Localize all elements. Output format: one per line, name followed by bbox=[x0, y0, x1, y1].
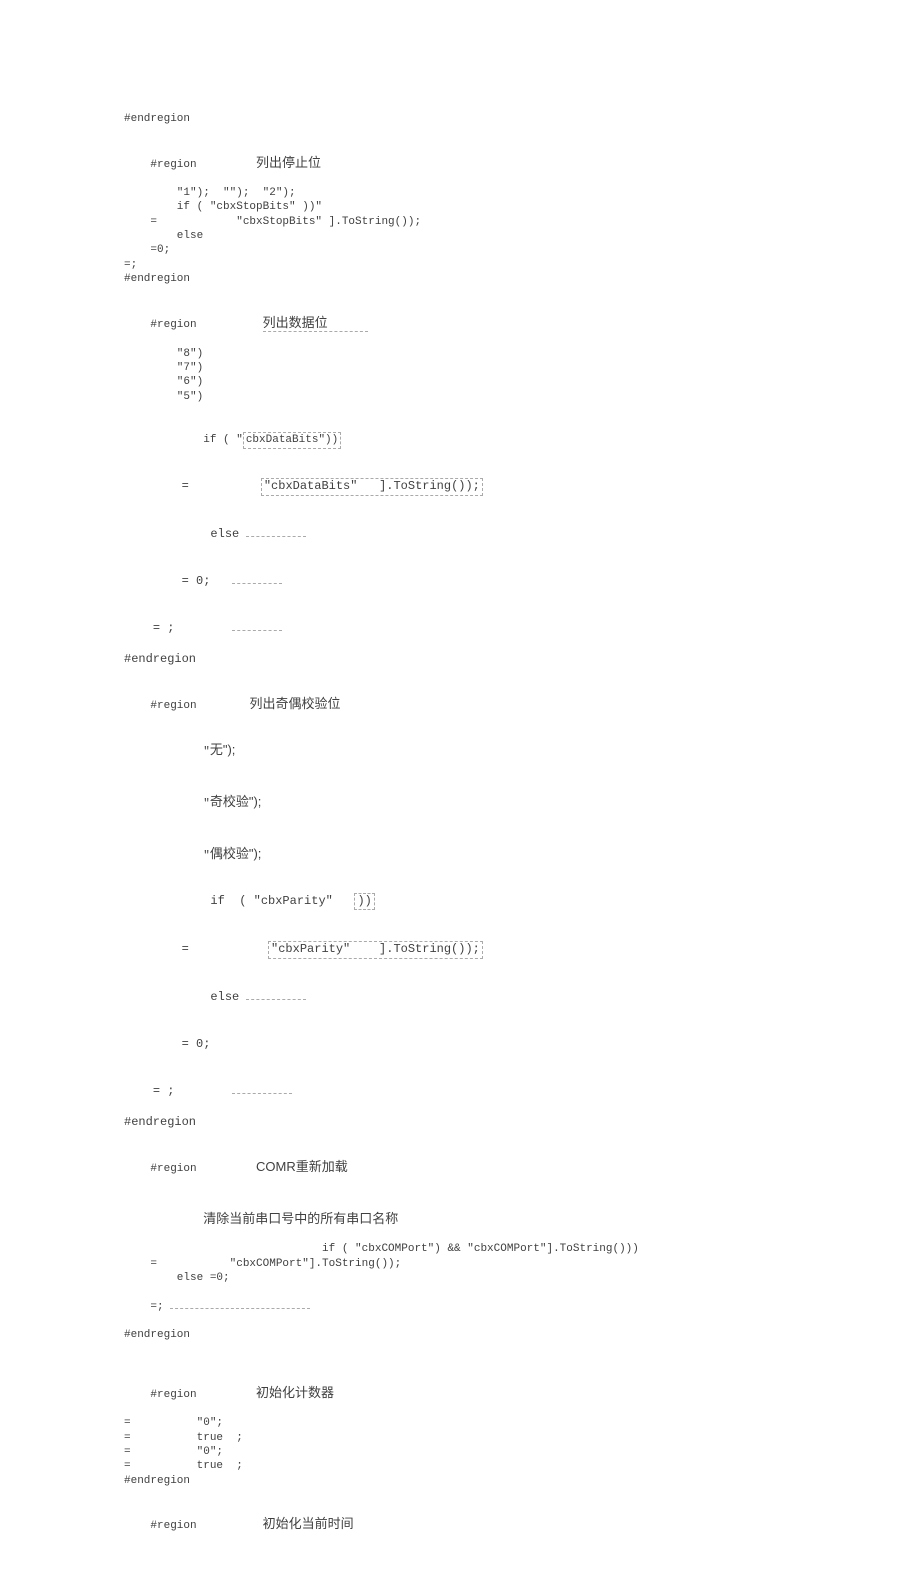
code-line: #endregion bbox=[124, 1328, 880, 1342]
code-line: else bbox=[124, 975, 880, 1022]
code-line: if ( "cbxParity" )) bbox=[124, 877, 880, 926]
kw-region: #region bbox=[150, 700, 196, 712]
code-line: = "cbxStopBits" ].ToString()); bbox=[124, 215, 880, 229]
code-line: = true ; bbox=[124, 1431, 880, 1445]
kw-region: #region bbox=[150, 1389, 196, 1401]
code-line: =; bbox=[124, 258, 880, 272]
code-line: 清除当前串口号中的所有串口名称 bbox=[124, 1197, 880, 1243]
token-box: )) bbox=[354, 893, 374, 911]
code-line: = "0"; bbox=[124, 1445, 880, 1459]
dash-rule bbox=[246, 999, 306, 1000]
region-title: 列出奇偶校验位 bbox=[249, 696, 340, 711]
region-title: 列出停止位 bbox=[256, 155, 321, 170]
dash-rule bbox=[170, 1308, 310, 1309]
kw-region: #region bbox=[150, 1520, 196, 1532]
code-line: "7") bbox=[124, 361, 880, 375]
dash-rule bbox=[246, 536, 306, 537]
code-line: "奇校验"); bbox=[124, 779, 880, 825]
code-line: = "cbxCOMPort"].ToString()); bbox=[124, 1257, 880, 1271]
code-line: #endregion bbox=[124, 652, 880, 668]
code-line: = "cbxParity" ].ToString()); bbox=[124, 926, 880, 975]
token-box: "cbxDataBits" ].ToString()); bbox=[261, 478, 483, 496]
code-line: = ; bbox=[124, 605, 880, 652]
code-line: else bbox=[124, 229, 880, 243]
code-line: #endregion bbox=[124, 1115, 880, 1131]
region-title: 初始化计数器 bbox=[256, 1385, 334, 1400]
cn-literal: 偶校验"); bbox=[210, 846, 262, 861]
kw-region: #region bbox=[150, 319, 196, 331]
code-line: = "0"; bbox=[124, 1416, 880, 1430]
code-line: #endregion bbox=[124, 1474, 880, 1488]
region-header: #region COMR重新加载 bbox=[124, 1145, 880, 1191]
dash-rule bbox=[232, 1093, 292, 1094]
dash-rule bbox=[232, 583, 282, 584]
code-line: =; bbox=[124, 1285, 880, 1328]
cn-literal: 无"); bbox=[210, 742, 236, 757]
code-line: "8") bbox=[124, 347, 880, 361]
code-line: if ( "cbxDataBits")) bbox=[124, 418, 880, 463]
code-line: if ( "cbxStopBits" ))" bbox=[124, 200, 880, 214]
region-title: 列出数据位 bbox=[263, 315, 368, 333]
cn-comment: 清除当前串口号中的所有串口名称 bbox=[203, 1211, 398, 1226]
code-line: =0; bbox=[124, 243, 880, 257]
cn-literal: 奇校验"); bbox=[210, 794, 262, 809]
code-line: "偶校验"); bbox=[124, 831, 880, 877]
code-line: = 0; bbox=[124, 558, 880, 605]
kw-region: #region bbox=[150, 159, 196, 171]
code-line: "1"); ""); "2"); bbox=[124, 186, 880, 200]
region-header: #region 列出奇偶校验位 bbox=[124, 682, 880, 728]
document-page: #endregion #region 列出停止位 "1"); ""); "2")… bbox=[0, 0, 920, 1588]
code-line: "5") bbox=[124, 390, 880, 404]
region-header: #region 初始化当前时间 bbox=[124, 1502, 880, 1548]
region-header: #region 列出停止位 bbox=[124, 140, 880, 186]
region-title: 初始化当前时间 bbox=[263, 1516, 354, 1531]
code-line: #endregion bbox=[124, 272, 880, 286]
region-header: #region 初始化计数器 bbox=[124, 1370, 880, 1416]
kw-region: #region bbox=[150, 1163, 196, 1175]
code-line: = ; bbox=[124, 1068, 880, 1115]
code-line: else bbox=[124, 512, 880, 559]
token-box: cbxDataBits")) bbox=[243, 432, 341, 448]
code-line: "6") bbox=[124, 375, 880, 389]
code-line: #endregion bbox=[124, 112, 880, 126]
code-line: = "cbxDataBits" ].ToString()); bbox=[124, 463, 880, 512]
code-line: if ( "cbxCOMPort") && "cbxCOMPort"].ToSt… bbox=[124, 1242, 880, 1256]
code-line: else =0; bbox=[124, 1271, 880, 1285]
code-line: = 0; bbox=[124, 1021, 880, 1068]
code-line: "无"); bbox=[124, 727, 880, 773]
token-box: "cbxParity" ].ToString()); bbox=[268, 941, 483, 959]
region-header: #region 列出数据位 bbox=[124, 300, 880, 346]
dash-rule bbox=[232, 630, 282, 631]
region-title: COMR重新加载 bbox=[256, 1159, 348, 1174]
code-line: = true ; bbox=[124, 1459, 880, 1473]
